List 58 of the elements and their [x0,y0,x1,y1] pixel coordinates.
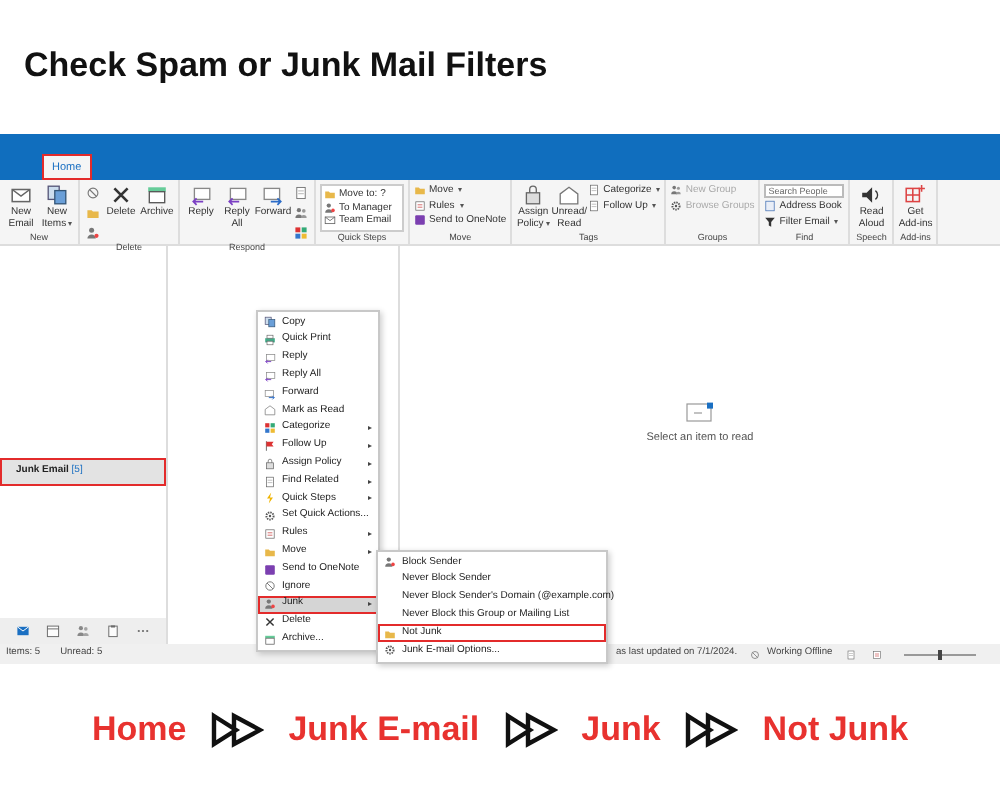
notebook-icon [264,563,276,576]
toolbar-button[interactable] [292,224,310,242]
double-arrow-icon [210,711,265,748]
printer-icon [264,334,276,347]
person-icon [264,598,276,611]
double-arrow-icon [503,711,558,748]
flag-icon [264,439,276,452]
cross-icon [264,615,276,628]
person-icon [384,556,396,569]
blocked-icon [749,649,760,659]
breadcrumb-step: Home [91,704,187,755]
folder-icon [264,545,276,558]
folder-icon [384,627,396,640]
stack-icon [46,184,68,206]
person-icon [324,201,336,214]
page-heading: Check Spam or Junk Mail Filters [22,44,550,89]
stack-icon [264,316,276,329]
reply-icon [264,351,276,364]
forward-icon [264,387,276,400]
blocked-icon [264,580,276,593]
gear-icon [670,199,683,212]
slider-thumb[interactable] [938,649,943,659]
cross-icon [110,184,132,206]
book-icon [764,200,777,213]
page-icon [294,186,308,200]
page-icon [264,475,276,488]
people-icon [294,206,308,220]
folder-icon [86,206,100,220]
people-icon [670,184,683,197]
double-arrow-icon [684,711,739,748]
rules-icon [264,527,276,540]
archive-icon [264,633,276,646]
reply-icon [264,369,276,382]
toolbar-button[interactable] [292,184,310,202]
notebook-icon [414,214,426,227]
folder-icon [414,184,426,197]
lock-icon [264,457,276,470]
funnel-icon [764,215,777,228]
tiles-icon [264,422,276,435]
blocked-icon [86,186,100,200]
gear-icon [384,644,396,657]
toolbar-button[interactable] [292,204,310,222]
rules-icon [872,649,883,659]
speaker-icon [860,184,883,206]
person-icon [86,226,100,240]
rules-icon [414,199,426,212]
breadcrumb-step: Junk [581,704,661,755]
toolbar-button[interactable] [84,224,102,242]
page-icon [846,649,857,659]
tiles-icon [294,226,308,240]
gear-icon [264,510,276,523]
view-button[interactable] [870,647,885,661]
folder-icon [324,188,336,201]
breadcrumb-step: Junk E-mail [288,704,480,755]
toolbar-button[interactable] [84,184,102,202]
envelope-icon [686,402,714,422]
breadcrumb-step: Not Junk [762,704,909,755]
lightning-icon [264,492,276,505]
